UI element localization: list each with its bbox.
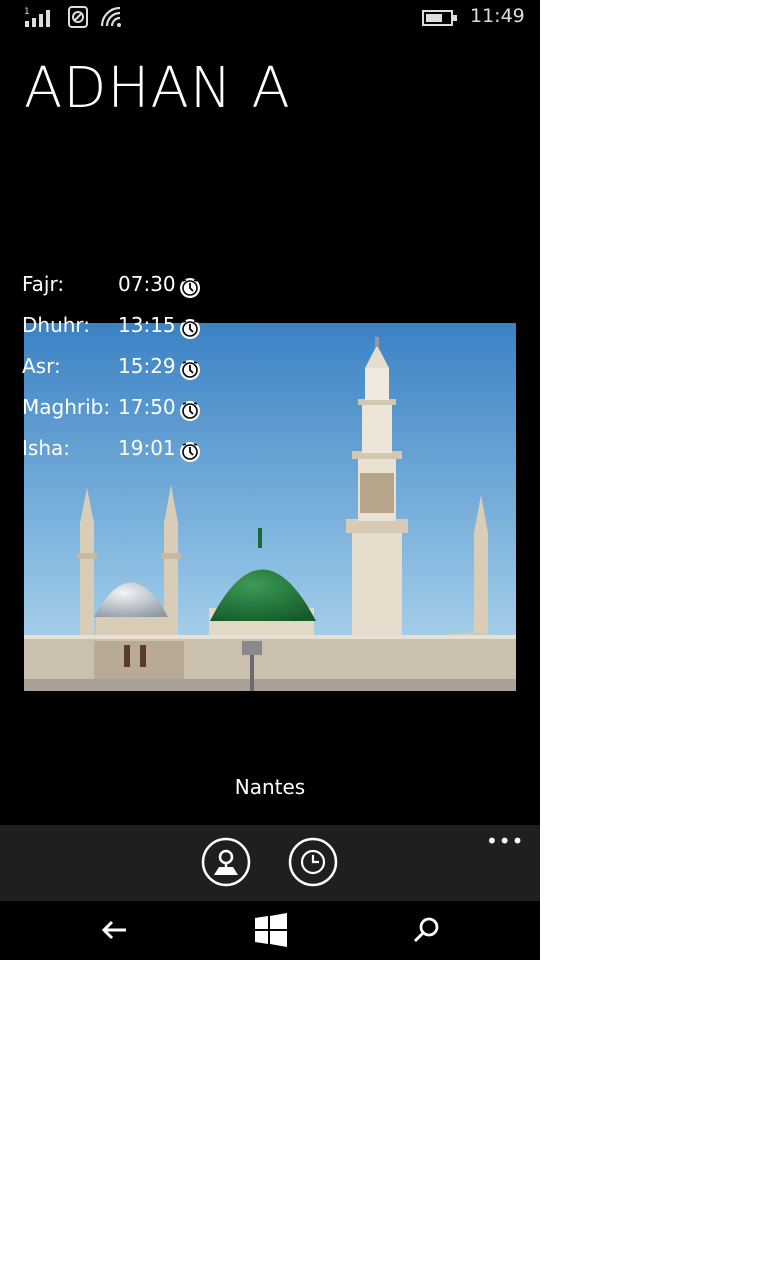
prayer-name: Maghrib: [22,395,111,419]
navigation-bar [0,901,540,960]
sim-icon [68,6,88,28]
prayer-time: 07:30 [118,272,176,296]
app-bar: ••• [0,825,540,901]
prayer-name: Asr: [22,354,61,378]
alarm-clock-icon[interactable] [179,359,201,381]
prayer-time: 19:01 [118,436,176,460]
prayer-time: 17:50 [118,395,176,419]
battery-icon [422,10,457,26]
alarm-clock-icon[interactable] [179,441,201,463]
prayer-name: Isha: [22,436,70,460]
windows-start-icon[interactable] [254,913,288,947]
prayer-row-fajr: Fajr: 07:30 [22,268,322,304]
prayer-row-maghrib: Maghrib: 17:50 [22,391,322,427]
prayer-time: 15:29 [118,354,176,378]
more-options-button[interactable]: ••• [486,829,524,853]
back-icon[interactable] [98,913,132,947]
signal-icon: 1 [24,7,50,27]
alarm-clock-icon[interactable] [179,400,201,422]
alarm-clock-icon[interactable] [179,318,201,340]
prayer-row-dhuhr: Dhuhr: 13:15 [22,309,322,345]
status-time: 11:49 [470,5,525,27]
prayer-time: 13:15 [118,313,176,337]
prayer-name: Fajr: [22,272,65,296]
clock-icon[interactable] [288,837,338,887]
svg-text:1: 1 [24,7,30,17]
location-city: Nantes [234,775,306,799]
location-map-icon[interactable] [201,837,251,887]
prayer-row-isha: Isha: 19:01 [22,432,322,468]
search-icon[interactable] [410,913,444,947]
phone-screen: 1 11:49 ADHAN A Fajr: 07:30 Dhuhr: 13:15… [0,0,540,960]
prayer-row-asr: Asr: 15:29 [22,350,322,386]
prayer-name: Dhuhr: [22,313,91,337]
page-title: ADHAN A [24,56,291,121]
wifi-icon [100,6,121,27]
alarm-clock-icon[interactable] [179,277,201,299]
status-bar: 1 11:49 [0,0,540,36]
